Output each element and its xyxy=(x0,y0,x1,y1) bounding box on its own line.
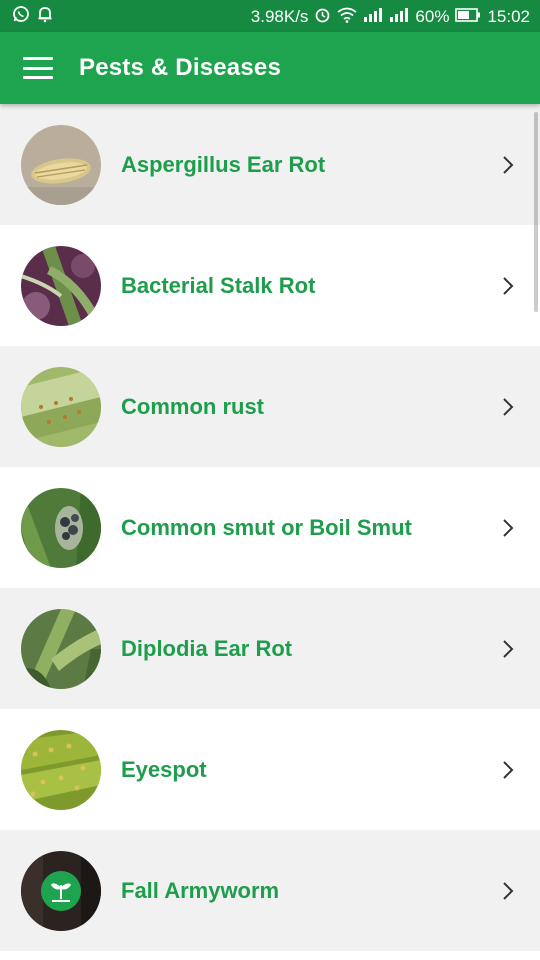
alarm-icon xyxy=(314,6,331,26)
signal-icon xyxy=(389,7,409,26)
list-item[interactable]: Fall Armyworm xyxy=(0,830,540,951)
leaf-spot-thumbnail xyxy=(21,729,101,810)
clock: 15:02 xyxy=(487,6,530,26)
item-label: Fall Armyworm xyxy=(121,877,280,903)
item-label: Eyespot xyxy=(121,756,207,782)
item-label: Aspergillus Ear Rot xyxy=(121,151,326,177)
list-item[interactable]: Bacterial Stalk Rot xyxy=(0,225,540,346)
corn-ear-thumbnail xyxy=(21,608,101,689)
item-label: Common rust xyxy=(121,393,264,419)
app-bar: Pests & Diseases xyxy=(0,32,540,104)
list-item[interactable]: Common rust xyxy=(0,346,540,467)
scrollbar[interactable] xyxy=(534,112,538,312)
wifi-icon xyxy=(337,7,357,26)
chevron-right-icon xyxy=(498,637,518,661)
list-item[interactable]: Aspergillus Ear Rot xyxy=(0,104,540,225)
chevron-right-icon xyxy=(498,516,518,540)
chevron-right-icon xyxy=(498,274,518,298)
notification-bell-icon xyxy=(36,5,54,28)
list-item[interactable]: Eyespot xyxy=(0,709,540,830)
hamburger-menu-icon[interactable] xyxy=(23,57,53,79)
chevron-right-icon xyxy=(498,758,518,782)
smut-thumbnail xyxy=(21,487,101,568)
list-item[interactable]: Diplodia Ear Rot xyxy=(0,588,540,709)
page-title: Pests & Diseases xyxy=(79,54,281,81)
corn-ear-thumbnail xyxy=(21,124,101,205)
network-speed: 3.98K/s xyxy=(250,6,309,26)
chevron-right-icon xyxy=(498,153,518,177)
chevron-right-icon xyxy=(498,395,518,419)
battery-percent: 60% xyxy=(415,6,450,26)
stalk-thumbnail xyxy=(21,245,101,326)
battery-icon xyxy=(455,7,481,25)
item-label: Bacterial Stalk Rot xyxy=(121,272,316,298)
signal-icon xyxy=(363,7,383,26)
whatsapp-icon xyxy=(12,5,30,28)
chevron-right-icon xyxy=(498,879,518,903)
item-label: Diplodia Ear Rot xyxy=(121,635,293,661)
pests-diseases-list: Aspergillus Ear Rot Bacterial Stalk Rot xyxy=(0,104,540,960)
leaf-rust-thumbnail xyxy=(21,366,101,447)
status-bar: 3.98K/s 60% 15:02 xyxy=(0,0,540,32)
list-item[interactable]: Common smut or Boil Smut xyxy=(0,467,540,588)
app-logo-thumbnail xyxy=(21,850,101,931)
item-label: Common smut or Boil Smut xyxy=(121,514,412,540)
